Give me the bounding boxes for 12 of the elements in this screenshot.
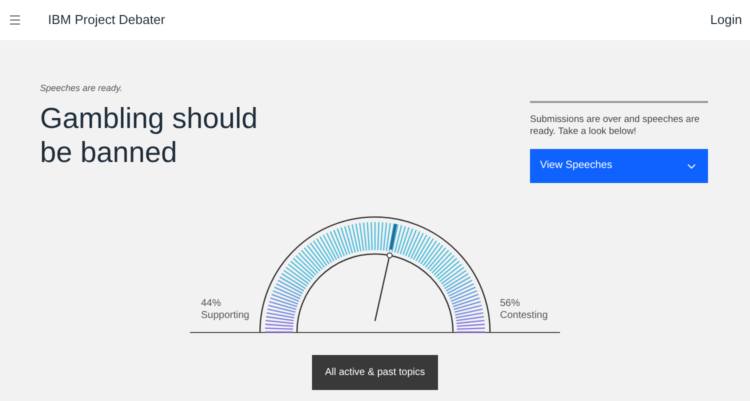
topic-heading: Gambling should be banned bbox=[40, 102, 259, 170]
menu-icon[interactable] bbox=[8, 13, 22, 27]
supporting-label: Supporting bbox=[201, 310, 250, 322]
contesting-percent: 56% bbox=[500, 298, 522, 310]
supporting-percent: 44% bbox=[201, 298, 222, 310]
submission-message: Submissions are over and speeches are ready. Take a look below! bbox=[530, 114, 701, 138]
contesting-label: Contesting bbox=[500, 310, 548, 322]
app-title: IBM Project Debater bbox=[48, 11, 166, 30]
status-text: Speeches are ready. bbox=[40, 82, 124, 95]
login-link[interactable]: Login bbox=[710, 10, 742, 30]
topics-button[interactable]: All active & past topics bbox=[312, 355, 438, 390]
view-speeches-dropdown[interactable]: View Speeches bbox=[530, 149, 708, 183]
